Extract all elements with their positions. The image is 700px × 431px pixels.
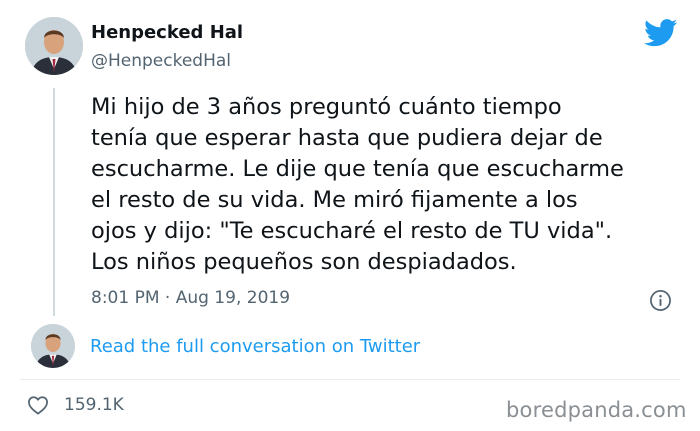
like-count: 159.1K: [64, 395, 124, 415]
read-conversation-link[interactable]: Read the full conversation on Twitter: [90, 336, 420, 357]
author-handle[interactable]: @HenpeckedHal: [91, 51, 231, 71]
avatar-portrait: [25, 17, 83, 75]
tweet-text: Mi hijo de 3 años preguntó cuánto tiempo…: [91, 94, 624, 275]
divider: [20, 379, 680, 380]
watermark: boredpanda.com: [506, 398, 687, 422]
author-display-name[interactable]: Henpecked Hal: [91, 22, 243, 43]
tweet-timestamp[interactable]: 8:01 PM · Aug 19, 2019: [91, 288, 290, 308]
thread-line: [53, 88, 55, 316]
avatar-portrait-small: [31, 324, 75, 368]
twitter-bird-icon[interactable]: [644, 19, 678, 47]
heart-icon[interactable]: [27, 395, 49, 415]
author-avatar[interactable]: [25, 17, 83, 75]
reply-avatar[interactable]: [31, 324, 75, 368]
info-icon[interactable]: [649, 289, 672, 312]
